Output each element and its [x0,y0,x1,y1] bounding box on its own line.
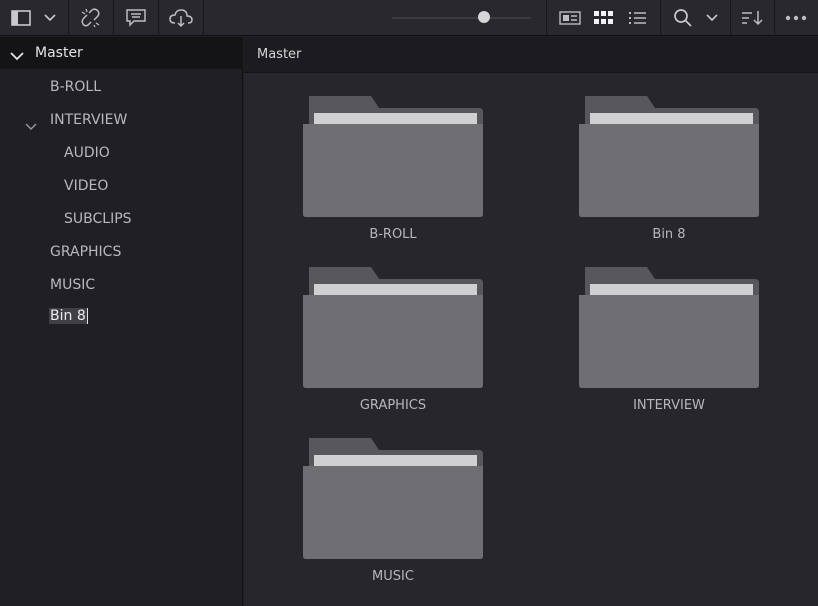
sidebar-toggle-icon[interactable] [4,0,38,36]
folder-name: MUSIC [372,569,414,584]
folder-name: Bin 8 [652,227,686,242]
folder-icon [579,96,759,217]
sidebar-item-interview[interactable]: INTERVIEW [50,112,127,128]
folder-name: GRAPHICS [359,398,427,413]
folder-name: B-ROLL [369,227,417,242]
sidebar-item-b-roll[interactable]: B-ROLL [50,79,101,95]
sidebar-root-label: Master [35,45,83,61]
search-icon[interactable] [668,0,698,36]
sidebar-item-music[interactable]: MUSIC [50,277,95,293]
sidebar-item-video[interactable]: VIDEO [64,178,108,194]
toolbar [0,0,818,36]
list-view-icon[interactable] [624,0,652,36]
chevron-down-icon[interactable] [10,46,24,65]
more-icon[interactable] [775,0,817,36]
sidebar-item-subclips[interactable]: SUBCLIPS [64,211,132,227]
breadcrumb: Master [244,37,818,73]
cloud-icon[interactable] [159,0,203,36]
zoom-slider-track[interactable] [392,17,531,19]
folder-icon [579,267,759,388]
bin-sidebar: Master B-ROLL INTERVIEW AUDIO VIDEO SUBC… [0,37,243,606]
metadata-view-icon[interactable] [556,0,584,36]
zoom-slider-thumb[interactable] [478,11,490,23]
folder-icon [303,267,483,388]
subtitle-icon[interactable] [114,0,158,36]
chevron-down-icon[interactable] [25,116,37,135]
folder-icon [303,438,483,559]
bin-content: B-ROLL Bin 8 GRAPHICS INTERVIEW MUSIC [244,73,818,606]
chevron-down-icon[interactable] [700,0,724,36]
sort-icon[interactable] [731,0,773,36]
thumbnail-view-icon[interactable] [590,0,618,36]
unlink-icon[interactable] [69,0,113,36]
sidebar-item-rename-input[interactable]: Bin 8 [49,308,88,324]
breadcrumb-label[interactable]: Master [257,47,301,62]
folder-name: INTERVIEW [633,398,705,413]
folder-icon [303,96,483,217]
sidebar-item-audio[interactable]: AUDIO [64,145,110,161]
sidebar-item-graphics[interactable]: GRAPHICS [50,244,121,260]
chevron-down-icon[interactable] [38,0,62,36]
sidebar-item-master[interactable]: Master [0,37,243,69]
